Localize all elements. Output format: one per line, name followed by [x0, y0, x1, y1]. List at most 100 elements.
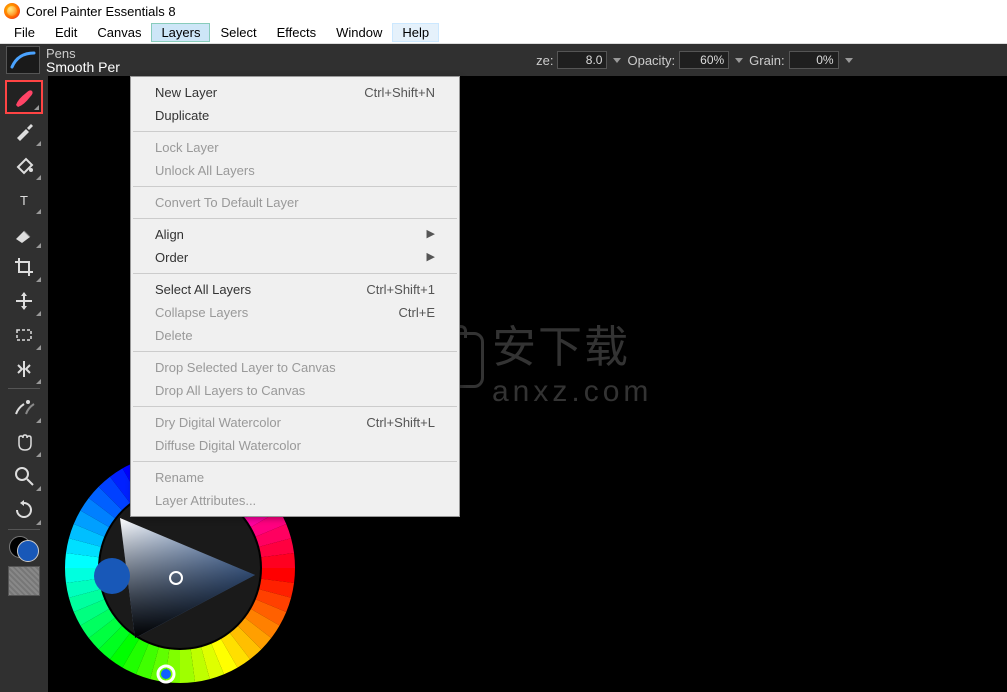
flyout-indicator-icon [36, 175, 41, 180]
paper-swatch[interactable] [8, 566, 40, 596]
menu-separator [133, 351, 457, 352]
menu-separator [133, 406, 457, 407]
primary-color[interactable] [17, 540, 39, 562]
app-icon [4, 3, 20, 19]
menuitem-rename: Rename [131, 466, 459, 489]
menu-window[interactable]: Window [326, 23, 392, 42]
menuitem-duplicate[interactable]: Duplicate [131, 104, 459, 127]
tool-separator [8, 388, 40, 389]
chevron-down-icon[interactable] [845, 58, 853, 63]
tool-eraser[interactable] [5, 216, 43, 250]
tool-rotate[interactable] [5, 493, 43, 527]
menu-separator [133, 218, 457, 219]
brush-category: Pens [46, 47, 120, 60]
brush-icon [12, 85, 36, 109]
dropper-icon [12, 119, 36, 143]
flyout-indicator-icon [36, 452, 41, 457]
mirror-icon [12, 357, 36, 381]
grab-icon [12, 430, 36, 454]
menuitem-layer-attributes: Layer Attributes... [131, 489, 459, 512]
flyout-indicator-icon [36, 418, 41, 423]
chevron-right-icon: ▶ [427, 227, 435, 242]
menuitem-dry-digital-watercolor: Dry Digital WatercolorCtrl+Shift+L [131, 411, 459, 434]
menu-canvas[interactable]: Canvas [87, 23, 151, 42]
tool-marquee[interactable] [5, 318, 43, 352]
tool-mirror[interactable] [5, 352, 43, 386]
menu-select[interactable]: Select [210, 23, 266, 42]
menuitem-order[interactable]: Order▶ [131, 246, 459, 269]
flyout-indicator-icon [36, 141, 41, 146]
brush-name: Smooth Per [46, 60, 120, 74]
menu-separator [133, 186, 457, 187]
menu-separator [133, 131, 457, 132]
tool-palette: T [0, 76, 48, 692]
transform-icon [12, 289, 36, 313]
flyout-indicator-icon [36, 277, 41, 282]
chevron-right-icon: ▶ [427, 250, 435, 265]
menuitem-collapse-layers: Collapse LayersCtrl+E [131, 301, 459, 324]
size-value[interactable]: 8.0 [557, 51, 607, 69]
tool-brush[interactable] [5, 80, 43, 114]
text-icon: T [12, 187, 36, 211]
menuitem-diffuse-digital-watercolor: Diffuse Digital Watercolor [131, 434, 459, 457]
menu-effects[interactable]: Effects [267, 23, 327, 42]
tool-text[interactable]: T [5, 182, 43, 216]
clone-icon [12, 396, 36, 420]
workspace: T 安下载 anxz.com [0, 76, 1007, 692]
tool-grab[interactable] [5, 425, 43, 459]
menuitem-align[interactable]: Align▶ [131, 223, 459, 246]
flyout-indicator-icon [36, 311, 41, 316]
opacity-value[interactable]: 60% [679, 51, 729, 69]
chevron-down-icon[interactable] [613, 58, 621, 63]
brush-selector[interactable]: Pens Smooth Per [46, 47, 120, 74]
color-swatch[interactable] [7, 536, 41, 562]
menu-separator [133, 273, 457, 274]
grain-value[interactable]: 0% [789, 51, 839, 69]
menuitem-drop-all-layers-to-canvas: Drop All Layers to Canvas [131, 379, 459, 402]
menuitem-convert-to-default-layer: Convert To Default Layer [131, 191, 459, 214]
menu-help[interactable]: Help [392, 23, 439, 42]
title-bar: Corel Painter Essentials 8 [0, 0, 1007, 22]
tool-clone[interactable] [5, 391, 43, 425]
menu-bar: FileEditCanvasLayersSelectEffectsWindowH… [0, 22, 1007, 44]
menu-file[interactable]: File [4, 23, 45, 42]
menuitem-delete: Delete [131, 324, 459, 347]
marquee-icon [12, 323, 36, 347]
brush-thumbnail[interactable] [6, 46, 40, 74]
opacity-label: Opacity: [627, 53, 675, 68]
flyout-indicator-icon [34, 105, 39, 110]
magnifier-icon [12, 464, 36, 488]
menuitem-drop-selected-layer-to-canvas: Drop Selected Layer to Canvas [131, 356, 459, 379]
window-title: Corel Painter Essentials 8 [26, 4, 176, 19]
svg-text:T: T [20, 193, 28, 208]
eraser-icon [12, 221, 36, 245]
flyout-indicator-icon [36, 520, 41, 525]
chevron-down-icon[interactable] [735, 58, 743, 63]
flyout-indicator-icon [36, 345, 41, 350]
property-bar: Pens Smooth Per ze: 8.0 Opacity: 60% Gra… [0, 44, 1007, 76]
flyout-indicator-icon [36, 379, 41, 384]
menu-separator [133, 461, 457, 462]
rotate-icon [12, 498, 36, 522]
layers-dropdown: New LayerCtrl+Shift+NDuplicate Lock Layer… [130, 76, 460, 517]
grain-label: Grain: [749, 53, 784, 68]
menu-layers[interactable]: Layers [151, 23, 210, 42]
current-color-dot [94, 558, 130, 594]
tool-separator [8, 529, 40, 530]
tool-paint-bucket[interactable] [5, 148, 43, 182]
menu-edit[interactable]: Edit [45, 23, 87, 42]
flyout-indicator-icon [36, 486, 41, 491]
menuitem-select-all-layers[interactable]: Select All LayersCtrl+Shift+1 [131, 278, 459, 301]
crop-icon [12, 255, 36, 279]
paint-bucket-icon [12, 153, 36, 177]
tool-magnifier[interactable] [5, 459, 43, 493]
tool-dropper[interactable] [5, 114, 43, 148]
menuitem-unlock-all-layers: Unlock All Layers [131, 159, 459, 182]
menuitem-lock-layer: Lock Layer [131, 136, 459, 159]
flyout-indicator-icon [36, 243, 41, 248]
flyout-indicator-icon [36, 209, 41, 214]
tool-crop[interactable] [5, 250, 43, 284]
menuitem-new-layer[interactable]: New LayerCtrl+Shift+N [131, 81, 459, 104]
tool-transform[interactable] [5, 284, 43, 318]
size-label: ze: [536, 53, 553, 68]
